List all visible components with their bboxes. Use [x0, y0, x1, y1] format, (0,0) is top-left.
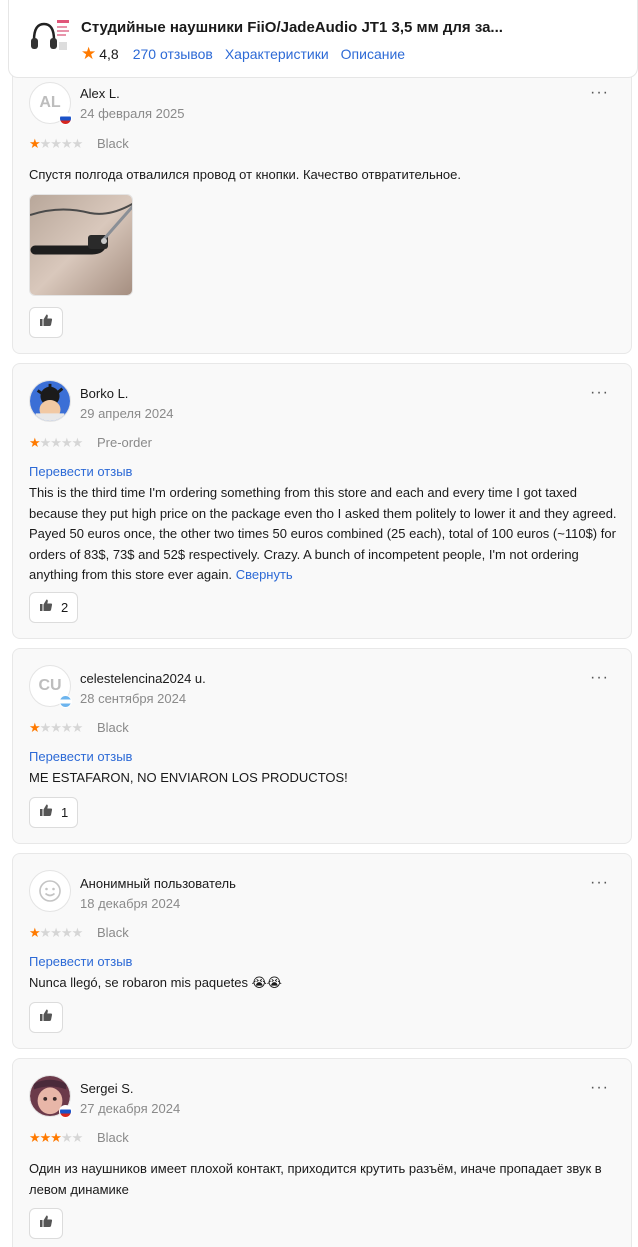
product-thumbnail[interactable]	[28, 14, 72, 58]
avatar[interactable]	[29, 380, 71, 422]
review-date: 24 февраля 2025	[80, 106, 185, 121]
specs-link[interactable]: Характеристики	[225, 46, 329, 62]
avatar[interactable]: AL	[29, 82, 72, 125]
thumbs-up-icon	[39, 598, 53, 617]
review-text: This is the third time I'm ordering some…	[29, 485, 617, 582]
review-photo[interactable]	[29, 194, 133, 296]
review-card: Анонимный пользователь 18 декабря 2024 ·…	[12, 853, 632, 1049]
like-button[interactable]	[29, 1002, 63, 1033]
like-button[interactable]	[29, 307, 63, 338]
flag-icon	[59, 695, 72, 708]
review-text: ME ESTAFARON, NO ENVIARON LOS PRODUCTOS!	[29, 770, 348, 785]
reviewer-name: Alex L.	[80, 86, 120, 101]
review-text-block: This is the third time I'm ordering some…	[29, 483, 619, 586]
review-variant: Black	[97, 1130, 129, 1145]
reviewer-name: celestelencina2024 u.	[80, 671, 206, 686]
rating-stars: ★★★★★	[29, 720, 83, 735]
avatar-initials: AL	[39, 94, 61, 111]
review-variant: Black	[97, 136, 129, 151]
reviewer-name: Анонимный пользователь	[80, 876, 236, 891]
review-card: AL Alex L. 24 февраля 2025 ··· ★★★★★ Bla…	[12, 63, 632, 354]
reviewer-name: Sergei S.	[80, 1081, 134, 1096]
like-button[interactable]	[29, 1208, 63, 1239]
more-options-icon[interactable]: ···	[590, 384, 609, 402]
like-count: 1	[61, 805, 69, 820]
review-text: Один из наушников имеет плохой контакт, …	[29, 1161, 602, 1197]
star-icon: ★	[81, 44, 97, 63]
review-variant: Black	[97, 720, 129, 735]
smiley-icon	[39, 880, 61, 902]
more-options-icon[interactable]: ···	[590, 669, 609, 687]
review-variant: Pre-order	[97, 435, 152, 450]
review-text: Nunca llegó, se robaron mis paquetes 😭😭	[29, 975, 282, 990]
rating-stars: ★★★★★	[29, 1130, 83, 1145]
like-button[interactable]: 2	[29, 592, 79, 623]
review-text: Спустя полгода отвалился провод от кнопк…	[29, 167, 461, 182]
review-date: 29 апреля 2024	[80, 406, 174, 421]
like-count: 2	[61, 600, 69, 615]
thumbs-up-icon	[39, 1214, 53, 1233]
thumbs-up-icon	[39, 1008, 53, 1027]
translate-review-link[interactable]: Перевести отзыв	[29, 464, 132, 479]
more-options-icon[interactable]: ···	[590, 84, 609, 102]
avatar[interactable]: CU	[29, 665, 72, 708]
product-header: Студийные наушники FiiO/JadeAudio JT1 3,…	[8, 0, 638, 78]
thumbs-up-icon	[39, 803, 53, 822]
thumbs-up-icon	[39, 313, 53, 332]
avatar[interactable]	[29, 1075, 72, 1118]
translate-review-link[interactable]: Перевести отзыв	[29, 954, 132, 969]
like-button[interactable]: 1	[29, 797, 79, 828]
reviewer-name: Borko L.	[80, 386, 129, 401]
product-title: Студийные наушники FiiO/JadeAudio JT1 3,…	[81, 19, 503, 36]
review-card: CU celestelencina2024 u. 28 сентября 202…	[12, 648, 632, 844]
review-date: 18 декабря 2024	[80, 896, 181, 911]
more-options-icon[interactable]: ···	[590, 874, 609, 892]
review-variant: Black	[97, 925, 129, 940]
review-date: 27 декабря 2024	[80, 1101, 181, 1116]
flag-icon	[59, 112, 72, 125]
translate-review-link[interactable]: Перевести отзыв	[29, 749, 132, 764]
anonymous-avatar	[29, 870, 71, 912]
review-card: Sergei S. 27 декабря 2024 ··· ★★★★★ Blac…	[12, 1058, 632, 1247]
product-rating: 4,8	[99, 46, 119, 62]
rating-stars: ★★★★★	[29, 925, 83, 940]
rating-stars: ★★★★★	[29, 136, 83, 151]
more-options-icon[interactable]: ···	[590, 1079, 609, 1097]
review-card: Borko L. 29 апреля 2024 ··· ★★★★★ Pre-or…	[12, 363, 632, 639]
product-meta: ★ 4,8 270 отзывов Характеристики Описани…	[81, 44, 417, 64]
description-link[interactable]: Описание	[341, 46, 405, 62]
review-date: 28 сентября 2024	[80, 691, 187, 706]
flag-icon	[59, 1105, 72, 1118]
avatar-initials: CU	[38, 677, 62, 694]
collapse-link[interactable]: Свернуть	[236, 567, 293, 582]
rating-stars: ★★★★★	[29, 435, 83, 450]
reviews-link[interactable]: 270 отзывов	[133, 46, 213, 62]
